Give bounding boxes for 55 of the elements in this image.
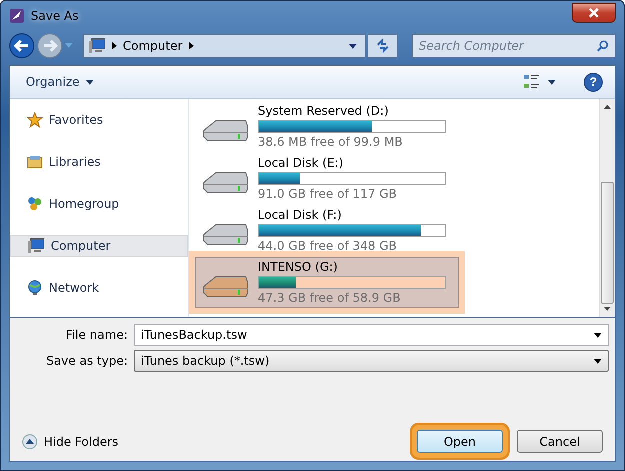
search-placeholder: Search Computer (419, 39, 526, 53)
scrollbar[interactable] (599, 99, 615, 317)
sidebar-item[interactable]: Libraries (10, 151, 188, 173)
window-title: Save As (31, 9, 79, 23)
save-type-dropdown[interactable]: iTunes backup (*.tsw) (134, 350, 609, 372)
forward-icon[interactable] (37, 33, 63, 59)
address-bar[interactable]: Computer (83, 34, 366, 58)
chevron-icon (112, 42, 117, 50)
search-icon (597, 40, 609, 52)
drive-name: Local Disk (F:) (258, 208, 343, 222)
file-name-value: iTunesBackup.tsw (141, 328, 248, 342)
hide-folders-button[interactable]: Hide Folders (22, 434, 119, 450)
sidebar-item[interactable]: Computer (10, 235, 188, 257)
file-name-field[interactable]: iTunesBackup.tsw (134, 324, 609, 346)
dialog-button[interactable]: Cancel (517, 430, 603, 453)
app-icon (9, 8, 25, 24)
caret-icon (86, 80, 94, 84)
organize-button[interactable]: Organize (20, 74, 100, 90)
close-icon (588, 8, 600, 18)
save-type-label: Save as type: (45, 354, 128, 368)
scroll-down-icon[interactable] (604, 307, 611, 311)
sidebar-item[interactable]: Homegroup (10, 193, 188, 215)
sidebar-item[interactable]: Network (10, 277, 188, 299)
sidebar-item[interactable]: Favorites (10, 109, 188, 131)
dropdown-caret-icon[interactable] (349, 44, 357, 48)
drive-name: INTENSO (G:) (258, 260, 339, 274)
drive-name: System Reserved (D:) (258, 104, 390, 118)
dropdown-caret-icon[interactable] (594, 332, 602, 338)
drive-name: Local Disk (E:) (258, 156, 344, 170)
free-space-text: 47.3 GB free of 58.9 GB (258, 291, 402, 305)
drive-item[interactable]: Local Disk (F:) 44.0 GB free of 348 GB (195, 205, 459, 256)
computer-icon (88, 38, 106, 54)
view-caret-icon[interactable] (548, 80, 556, 84)
library-icon (27, 154, 43, 170)
star-icon (27, 112, 43, 128)
chevron-icon (188, 42, 194, 50)
file-name-label: File name: (65, 328, 128, 342)
computer-icon (27, 238, 45, 254)
drive-item[interactable]: System Reserved (D:) 38.6 MB free of 99.9 MB (195, 101, 459, 152)
expand-up-icon (22, 434, 38, 450)
close-button[interactable] (572, 3, 616, 23)
free-space-text: 44.0 GB free of 348 GB (258, 239, 398, 253)
address-path[interactable]: Computer (123, 39, 183, 53)
network-icon (27, 280, 43, 296)
drive-item[interactable]: Local Disk (E:) 91.0 GB free of 117 GB (195, 153, 459, 204)
refresh-button[interactable] (368, 34, 398, 58)
view-options-icon[interactable] (524, 75, 540, 89)
refresh-icon (376, 39, 390, 53)
free-space-text: 91.0 GB free of 117 GB (258, 187, 398, 201)
homegroup-icon (27, 196, 43, 212)
back-icon[interactable] (9, 33, 35, 59)
scroll-up-icon[interactable] (604, 105, 611, 109)
free-space-text: 38.6 MB free of 99.9 MB (258, 135, 404, 149)
dropdown-caret-icon (594, 358, 602, 364)
help-button[interactable]: ? (584, 72, 603, 92)
